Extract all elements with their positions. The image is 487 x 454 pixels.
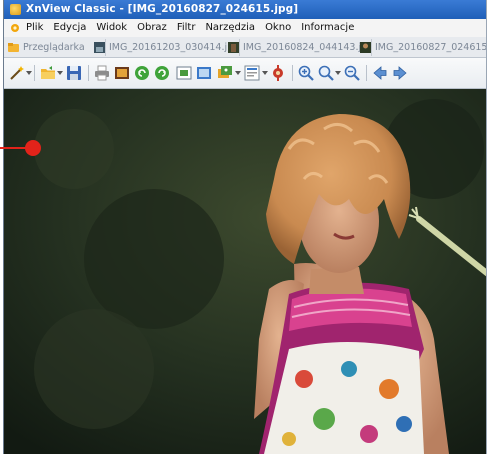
properties-dropdown-caret[interactable]	[262, 71, 268, 75]
rotate-right-icon[interactable]	[154, 65, 170, 81]
app-logo-icon	[10, 4, 21, 15]
menu-filtr[interactable]: Filtr	[177, 19, 196, 37]
menu-bar: Plik Edycja Widok Obraz Filtr Narzędzia …	[4, 19, 487, 38]
zoom-options-icon[interactable]	[318, 65, 334, 81]
fullscreen-icon[interactable]	[196, 65, 212, 81]
toolbar-separator	[88, 65, 89, 81]
annotation-marker	[25, 140, 41, 156]
tab-image-3[interactable]: IMG_20160827_024615.jpg	[358, 39, 487, 56]
menu-obraz[interactable]: Obraz	[137, 19, 167, 37]
tab-label: IMG_20160824_044143.jpg	[243, 42, 372, 53]
filmstrip-icon[interactable]	[114, 65, 130, 81]
annotation-line	[0, 147, 28, 149]
window-title: XnView Classic - [IMG_20160827_024615.jp…	[26, 3, 299, 15]
photo-girl-curly-hair	[4, 89, 487, 454]
title-bar[interactable]: XnView Classic - [IMG_20160827_024615.jp…	[4, 0, 487, 19]
next-icon[interactable]	[392, 65, 408, 81]
tab-bar: Przeglądarka IMG_20161203_030414.jpg IMG…	[4, 37, 487, 58]
image-thumbnail-icon	[360, 42, 371, 53]
slideshow-icon[interactable]	[217, 65, 233, 81]
fit-window-icon[interactable]	[176, 65, 192, 81]
browser-icon	[8, 43, 19, 52]
previous-icon[interactable]	[372, 65, 388, 81]
image-thumbnail-icon	[94, 42, 105, 53]
menu-informacje[interactable]: Informacje	[301, 19, 354, 37]
menu-okno[interactable]: Okno	[265, 19, 291, 37]
zoom-in-icon[interactable]	[298, 65, 314, 81]
menu-narzedzia[interactable]: Narzędzia	[205, 19, 255, 37]
tab-label: Przeglądarka	[23, 42, 85, 53]
toolbar-separator	[366, 65, 367, 81]
rotate-left-icon[interactable]	[134, 65, 150, 81]
toolbar	[4, 58, 487, 89]
tab-image-2[interactable]: IMG_20160824_044143.jpg	[226, 39, 372, 56]
toolbar-separator	[34, 65, 35, 81]
wand-dropdown-caret[interactable]	[26, 71, 32, 75]
print-icon[interactable]	[94, 65, 110, 81]
app-window: XnView Classic - [IMG_20160827_024615.jp…	[3, 0, 487, 454]
tab-browser[interactable]: Przeglądarka	[6, 39, 106, 56]
menu-edycja[interactable]: Edycja	[53, 19, 86, 37]
image-viewer[interactable]	[4, 89, 487, 454]
slideshow-dropdown-caret[interactable]	[235, 71, 241, 75]
image-thumbnail-icon	[228, 42, 239, 53]
tab-image-1[interactable]: IMG_20161203_030414.jpg	[92, 39, 240, 56]
settings-icon[interactable]	[270, 65, 286, 81]
open-dropdown-caret[interactable]	[57, 71, 63, 75]
tab-label: IMG_20160827_024615.jpg	[375, 42, 487, 53]
save-icon[interactable]	[66, 65, 82, 81]
tab-label: IMG_20161203_030414.jpg	[109, 42, 240, 53]
system-menu-icon[interactable]	[10, 23, 20, 33]
open-folder-icon[interactable]	[40, 65, 56, 81]
properties-icon[interactable]	[244, 65, 260, 81]
wand-icon[interactable]	[9, 65, 25, 81]
zoom-dropdown-caret[interactable]	[335, 71, 341, 75]
toolbar-separator	[292, 65, 293, 81]
menu-plik[interactable]: Plik	[26, 19, 43, 37]
menu-widok[interactable]: Widok	[96, 19, 127, 37]
zoom-out-icon[interactable]	[344, 65, 360, 81]
